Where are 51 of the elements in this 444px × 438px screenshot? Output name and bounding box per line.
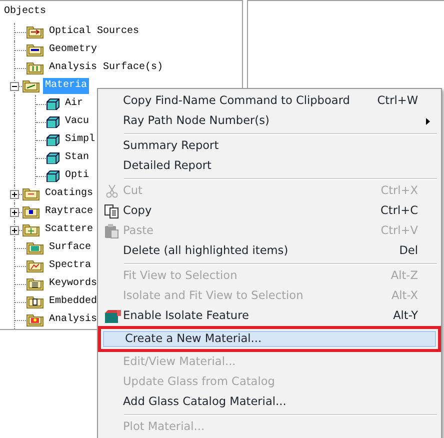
folder-icon [22, 79, 40, 93]
tree-item[interactable]: Geometry [47, 42, 100, 58]
paste-icon [104, 223, 120, 239]
tree-item[interactable]: Analysis [47, 312, 100, 328]
menu-item[interactable]: Delete (all highlighted items) Del [100, 241, 439, 261]
tree-item[interactable]: Optical Sources [47, 24, 142, 40]
menu-item[interactable]: Summary Report [100, 136, 439, 156]
tree-item[interactable]: Opti [63, 168, 92, 184]
folder-icon [22, 187, 40, 201]
tree-item[interactable]: Vacu [63, 114, 92, 130]
tree-item[interactable]: Coatings [43, 186, 96, 202]
collapse-toggle[interactable] [10, 82, 19, 90]
copy-icon [104, 203, 120, 219]
folder-icon [26, 241, 44, 255]
menu-item[interactable]: Detailed Report [100, 156, 439, 176]
tree-item[interactable]: Air [63, 96, 86, 112]
menu-item[interactable]: Ray Path Node Number(s) [100, 111, 439, 131]
menu-item[interactable]: Enable Isolate Feature Alt-Y [100, 306, 439, 326]
folder-icon [26, 25, 44, 39]
folder-icon [26, 259, 44, 273]
tree-item[interactable]: Raytrace [43, 204, 96, 220]
cube-icon [46, 152, 60, 164]
tree-item[interactable]: Surface [47, 240, 94, 256]
tree-item[interactable]: Stan [63, 150, 92, 166]
expand-toggle[interactable] [10, 208, 19, 216]
tree-item[interactable]: Spectra [47, 258, 94, 274]
expand-toggle[interactable] [10, 190, 19, 198]
tree-item[interactable]: Keywords [47, 276, 100, 292]
cube-icon [46, 170, 60, 182]
menu-item[interactable]: Create a New Material... [98, 326, 441, 352]
expand-toggle[interactable] [10, 226, 19, 234]
folder-icon [26, 295, 44, 309]
tree-item[interactable]: Embedded [47, 294, 100, 310]
cube-icon [46, 134, 60, 146]
folder-icon [26, 277, 44, 291]
menu-item[interactable]: Copy Ctrl+C [100, 201, 439, 221]
menu-item[interactable]: Copy Find-Name Command to Clipboard Ctrl+W [100, 91, 439, 111]
tree-item[interactable]: Analysis Surface(s) [47, 60, 166, 76]
folder-icon [26, 61, 44, 75]
scissors-icon [104, 183, 120, 199]
cube-icon [46, 116, 60, 128]
tree-item[interactable]: Simpl [63, 132, 98, 148]
tree-header: Objects [3, 4, 48, 19]
tree-item[interactable]: Scattere [43, 222, 96, 238]
folder-icon [22, 223, 40, 237]
menu-item[interactable]: Add Glass Catalog Material... [100, 392, 439, 412]
box-icon [104, 308, 120, 324]
folder-icon [26, 313, 44, 327]
folder-icon [22, 205, 40, 219]
folder-icon [26, 43, 44, 57]
cube-icon [46, 98, 60, 110]
